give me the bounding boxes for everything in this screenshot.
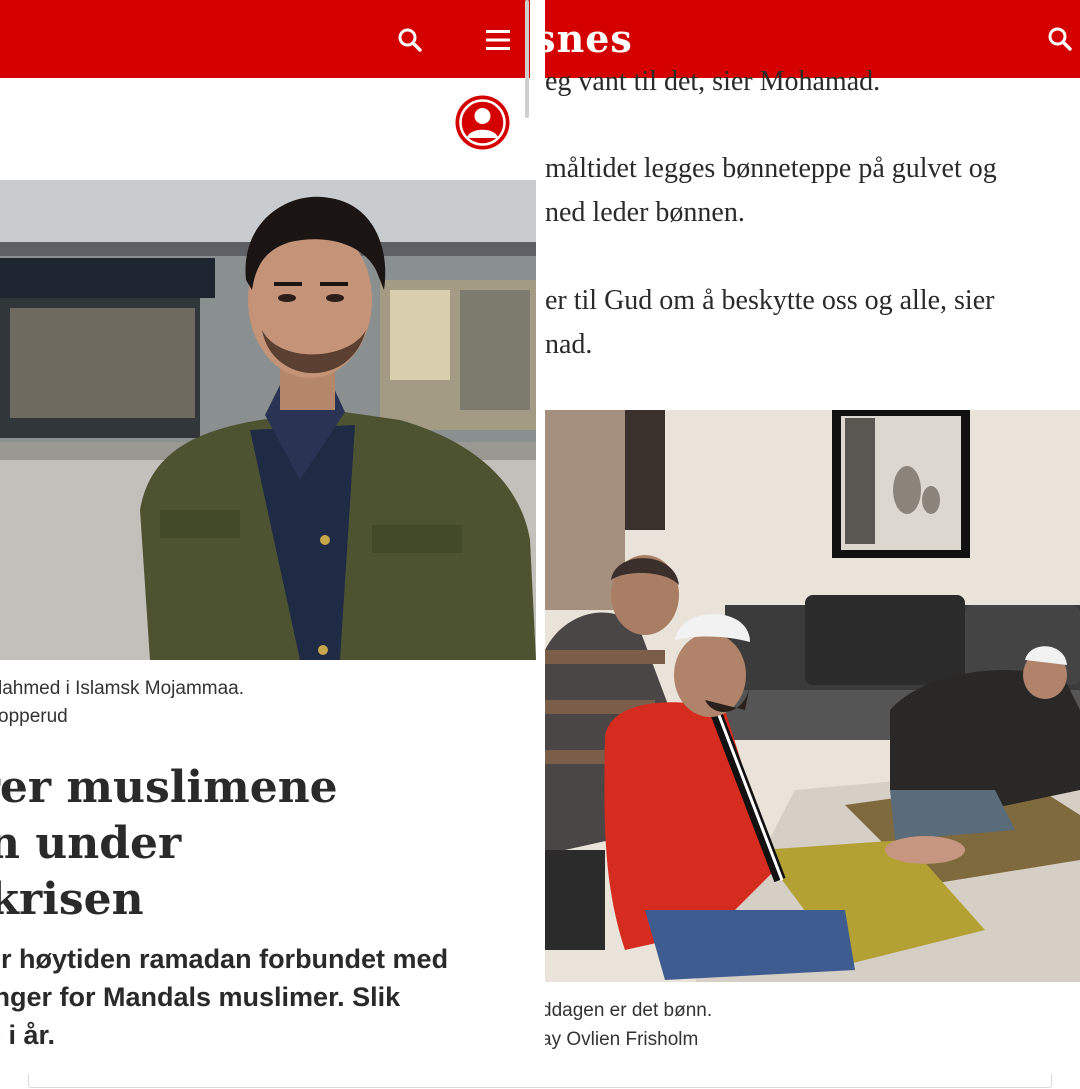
body-paragraph: er til Gud om å beskytte oss og alle, si… [545,279,994,367]
left-screenshot-panel: lahmed i Islamsk Mojammaa. opperud irer … [0,0,536,1089]
user-profile-icon[interactable] [454,94,511,151]
right-screenshot-panel: esnes eg vant til det, sier Mohamad. mål… [545,0,1080,1089]
article-photo-prayer [545,410,1080,982]
body-line: ned leder bønnen. [545,197,745,228]
hamburger-menu-icon[interactable] [478,20,518,60]
bottom-frame [28,1074,1052,1088]
lead-line: inger for Mandals muslimer. Slik [0,982,401,1012]
headline-line: irer muslimene [0,762,338,813]
search-icon[interactable] [390,20,430,60]
article-photo-portrait [0,180,536,660]
article-lead: er høytiden ramadan forbundet med inger … [0,940,448,1054]
lead-line: er høytiden ramadan forbundet med [0,944,449,974]
body-line: måltidet legges bønneteppe på gulvet og [545,153,997,184]
article-headline: irer muslimene en under akrisen [0,760,338,928]
photo-caption: ddagen er det bønn. [545,1000,713,1021]
photo-credit: opperud [0,706,68,727]
panel-divider [536,0,545,1089]
body-line: nad. [545,329,593,360]
photo-caption: lahmed i Islamsk Mojammaa. [0,678,245,699]
lead-line: e i år. [0,1020,56,1050]
headline-line: en under [0,818,182,869]
photo-credit: ay Ovlien Frisholm [545,1029,699,1050]
body-line: eg vant til det, sier Mohamad. [545,66,881,97]
body-paragraph: måltidet legges bønneteppe på gulvet og … [545,147,997,235]
site-logo[interactable]: esnes [545,16,633,62]
body-line: er til Gud om å beskytte oss og alle, si… [545,285,995,316]
site-header-bar [0,0,530,78]
headline-line: akrisen [0,874,144,925]
scrollbar[interactable] [525,0,529,118]
search-icon[interactable] [1040,19,1080,59]
body-paragraph: eg vant til det, sier Mohamad. [545,60,880,104]
